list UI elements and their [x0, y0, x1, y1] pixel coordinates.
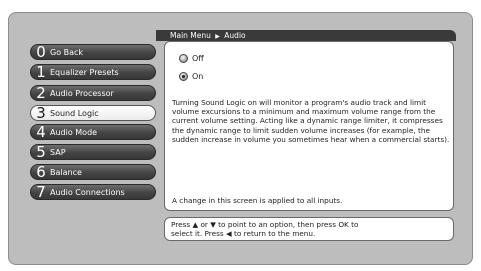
menu-number: 2	[36, 83, 46, 102]
help-line-1: Press ▲ or ▼ to point to an option, then…	[171, 220, 359, 229]
breadcrumb-parent: Main Menu	[170, 31, 211, 40]
menu-label: Audio Processor	[50, 88, 114, 98]
content-panel: Off On Turning Sound Logic on will monit…	[164, 41, 454, 211]
menu-number: 4	[36, 122, 46, 141]
option-label: Off	[192, 54, 204, 63]
menu-number: 3	[36, 103, 46, 122]
menu-number: 5	[36, 142, 46, 161]
option-off[interactable]: Off	[179, 54, 204, 63]
menu-item-go-back[interactable]: 0 Go Back	[30, 44, 156, 60]
menu-item-equalizer-presets[interactable]: 1 Equalizer Presets	[30, 64, 156, 80]
menu-item-sap[interactable]: 5 SAP	[30, 144, 156, 160]
menu-label: Audio Connections	[50, 187, 125, 197]
help-line-2: select it. Press ◀ to return to the menu…	[171, 229, 316, 238]
menu-item-balance[interactable]: 6 Balance	[30, 164, 156, 180]
description-text: Turning Sound Logic on will monitor a pr…	[172, 98, 450, 144]
note-text: A change in this screen is applied to al…	[172, 196, 343, 205]
option-on[interactable]: On	[179, 72, 203, 81]
radio-icon[interactable]	[179, 54, 188, 63]
menu-number: 6	[36, 162, 46, 181]
menu-label: Audio Mode	[50, 127, 98, 137]
menu-label: Equalizer Presets	[50, 67, 119, 77]
radio-selected-icon[interactable]	[179, 72, 188, 81]
option-label: On	[192, 72, 204, 81]
menu-label: SAP	[50, 147, 66, 157]
menu-number: 1	[36, 62, 46, 81]
menu-number: 0	[36, 42, 46, 61]
menu-label: Balance	[50, 167, 82, 177]
chevron-right-icon: ▶	[215, 33, 220, 40]
breadcrumb: Main Menu ▶ Audio	[156, 30, 456, 41]
menu-item-sound-logic[interactable]: 3 Sound Logic	[30, 105, 156, 121]
breadcrumb-current: Audio	[224, 31, 246, 40]
menu-number: 7	[36, 182, 46, 201]
menu-item-audio-processor[interactable]: 2 Audio Processor	[30, 85, 156, 101]
menu-item-audio-connections[interactable]: 7 Audio Connections	[30, 184, 156, 200]
menu-item-audio-mode[interactable]: 4 Audio Mode	[30, 124, 156, 140]
menu-label: Sound Logic	[50, 108, 99, 118]
menu-label: Go Back	[50, 47, 84, 57]
help-box: Press ▲ or ▼ to point to an option, then…	[164, 217, 454, 241]
